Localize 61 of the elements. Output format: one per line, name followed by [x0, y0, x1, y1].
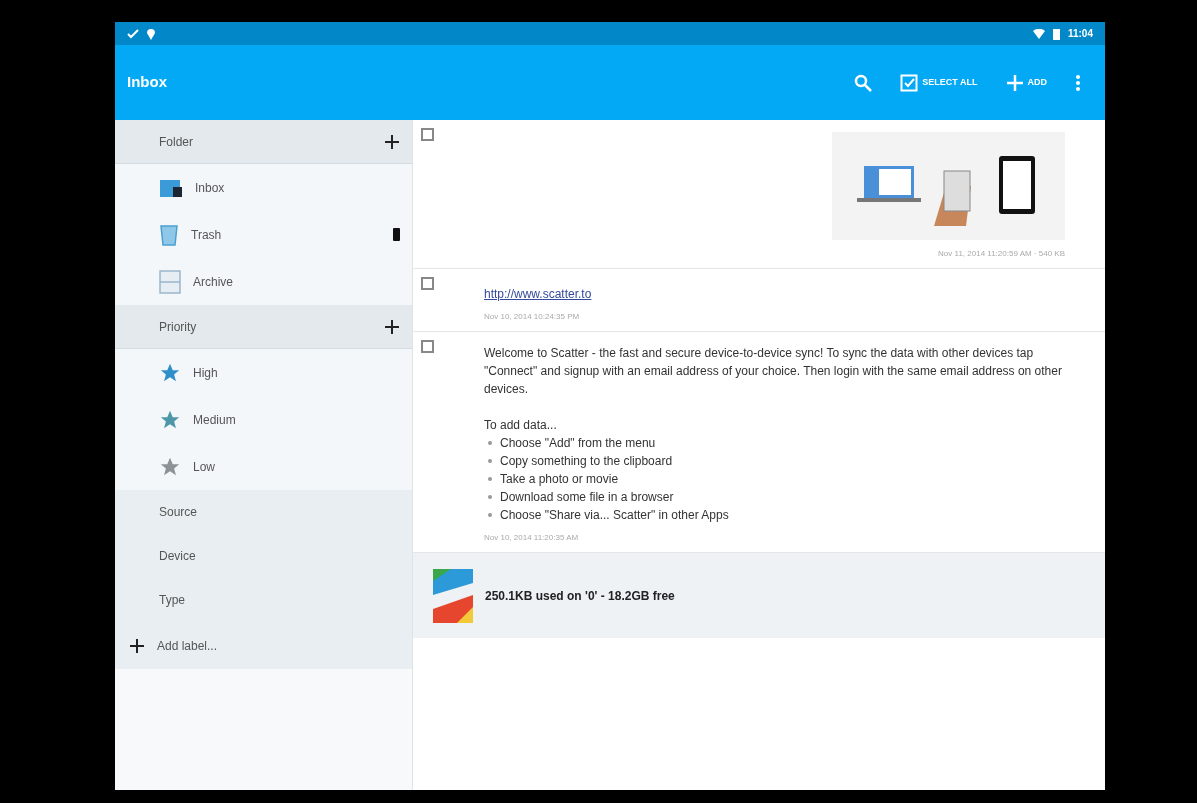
sidebar-item[interactable]: Archive [115, 258, 412, 305]
folder-icon [159, 177, 183, 198]
trash-badge-icon [393, 228, 400, 241]
item-label: Inbox [195, 179, 226, 197]
item-label: Trash [191, 226, 223, 244]
message-timestamp: Nov 10, 2014 10:24:35 PM [484, 311, 581, 323]
bullet-icon [488, 459, 492, 463]
section-header[interactable]: Priority [115, 305, 412, 349]
message-timestamp: Nov 11, 2014 11:20:59 AM · 540 KB [938, 248, 1065, 260]
section-label: Folder [159, 133, 194, 151]
section-label: Type [159, 592, 186, 609]
storage-text: 250.1KB used on '0' - 18.2GB free [485, 587, 675, 605]
bullet-text: Choose "Add" from the menu [500, 435, 656, 452]
bullet-text: Copy something to the clipboard [500, 453, 673, 470]
section-header[interactable]: Folder [115, 120, 412, 164]
add-icon[interactable] [384, 133, 400, 150]
sidebar-item[interactable]: Inbox [115, 164, 412, 211]
battery-icon [1052, 27, 1060, 40]
select-all-label: SELECT ALL [922, 75, 978, 89]
add-icon[interactable] [384, 318, 400, 335]
bullet-text: Choose "Share via... Scatter" in other Apps [500, 507, 729, 524]
item-label: High [193, 364, 219, 382]
bullet-icon [488, 495, 492, 499]
item-label: Archive [193, 273, 234, 291]
pin-icon [147, 27, 155, 40]
checkbox[interactable] [421, 277, 434, 290]
message-intro: To add data... [484, 417, 558, 434]
item-label: Medium [193, 411, 237, 429]
section-label: Priority [159, 318, 198, 336]
sidebar-item[interactable]: High [115, 349, 412, 396]
item-label: Low [193, 458, 216, 476]
bullet-text: Download some file in a browser [500, 489, 674, 506]
section-label: Device [159, 548, 197, 565]
checkbox[interactable] [421, 340, 434, 353]
add-label: ADD [1027, 75, 1047, 89]
check-icon [127, 28, 139, 39]
add-label-row[interactable]: Add label... [115, 622, 412, 669]
trash-icon [159, 223, 179, 246]
wifi-icon [1032, 28, 1045, 39]
sidebar-item[interactable]: Low [115, 443, 412, 490]
message-item[interactable]: http://www.scatter.to Nov 10, 2014 10:24:35 PM [413, 269, 1105, 332]
clock-text: 11:04 [1067, 27, 1093, 41]
checkbox-tick-icon [900, 73, 919, 92]
more-menu-icon[interactable] [1075, 73, 1081, 92]
cabinet-icon [159, 269, 181, 294]
section-label: Source [159, 504, 199, 521]
checkbox[interactable] [421, 128, 434, 141]
message-timestamp: Nov 10, 2014 11:20:35 AM [484, 532, 580, 544]
sidebar-item[interactable]: Medium [115, 396, 412, 443]
bullet-icon [488, 513, 492, 517]
sidebar-item[interactable]: Trash [115, 211, 412, 258]
message-text: Welcome to Scatter - the fast and secure device-to-device sync! To sync the data with other devices tap "Connect" and signup with an email address of your choice. Then login with the same email address on other devices. [484, 345, 1063, 398]
bullet-icon [488, 441, 492, 445]
search-icon[interactable] [854, 73, 873, 92]
bullet-text: Take a photo or movie [500, 471, 619, 488]
message-link[interactable]: http://www.scatter.to [484, 285, 1065, 303]
app-title: Inbox [127, 72, 167, 93]
plus-icon[interactable] [129, 637, 145, 654]
plus-icon [1005, 73, 1024, 92]
bullet-icon [488, 477, 492, 481]
add-label-text: Add label... [157, 637, 218, 655]
